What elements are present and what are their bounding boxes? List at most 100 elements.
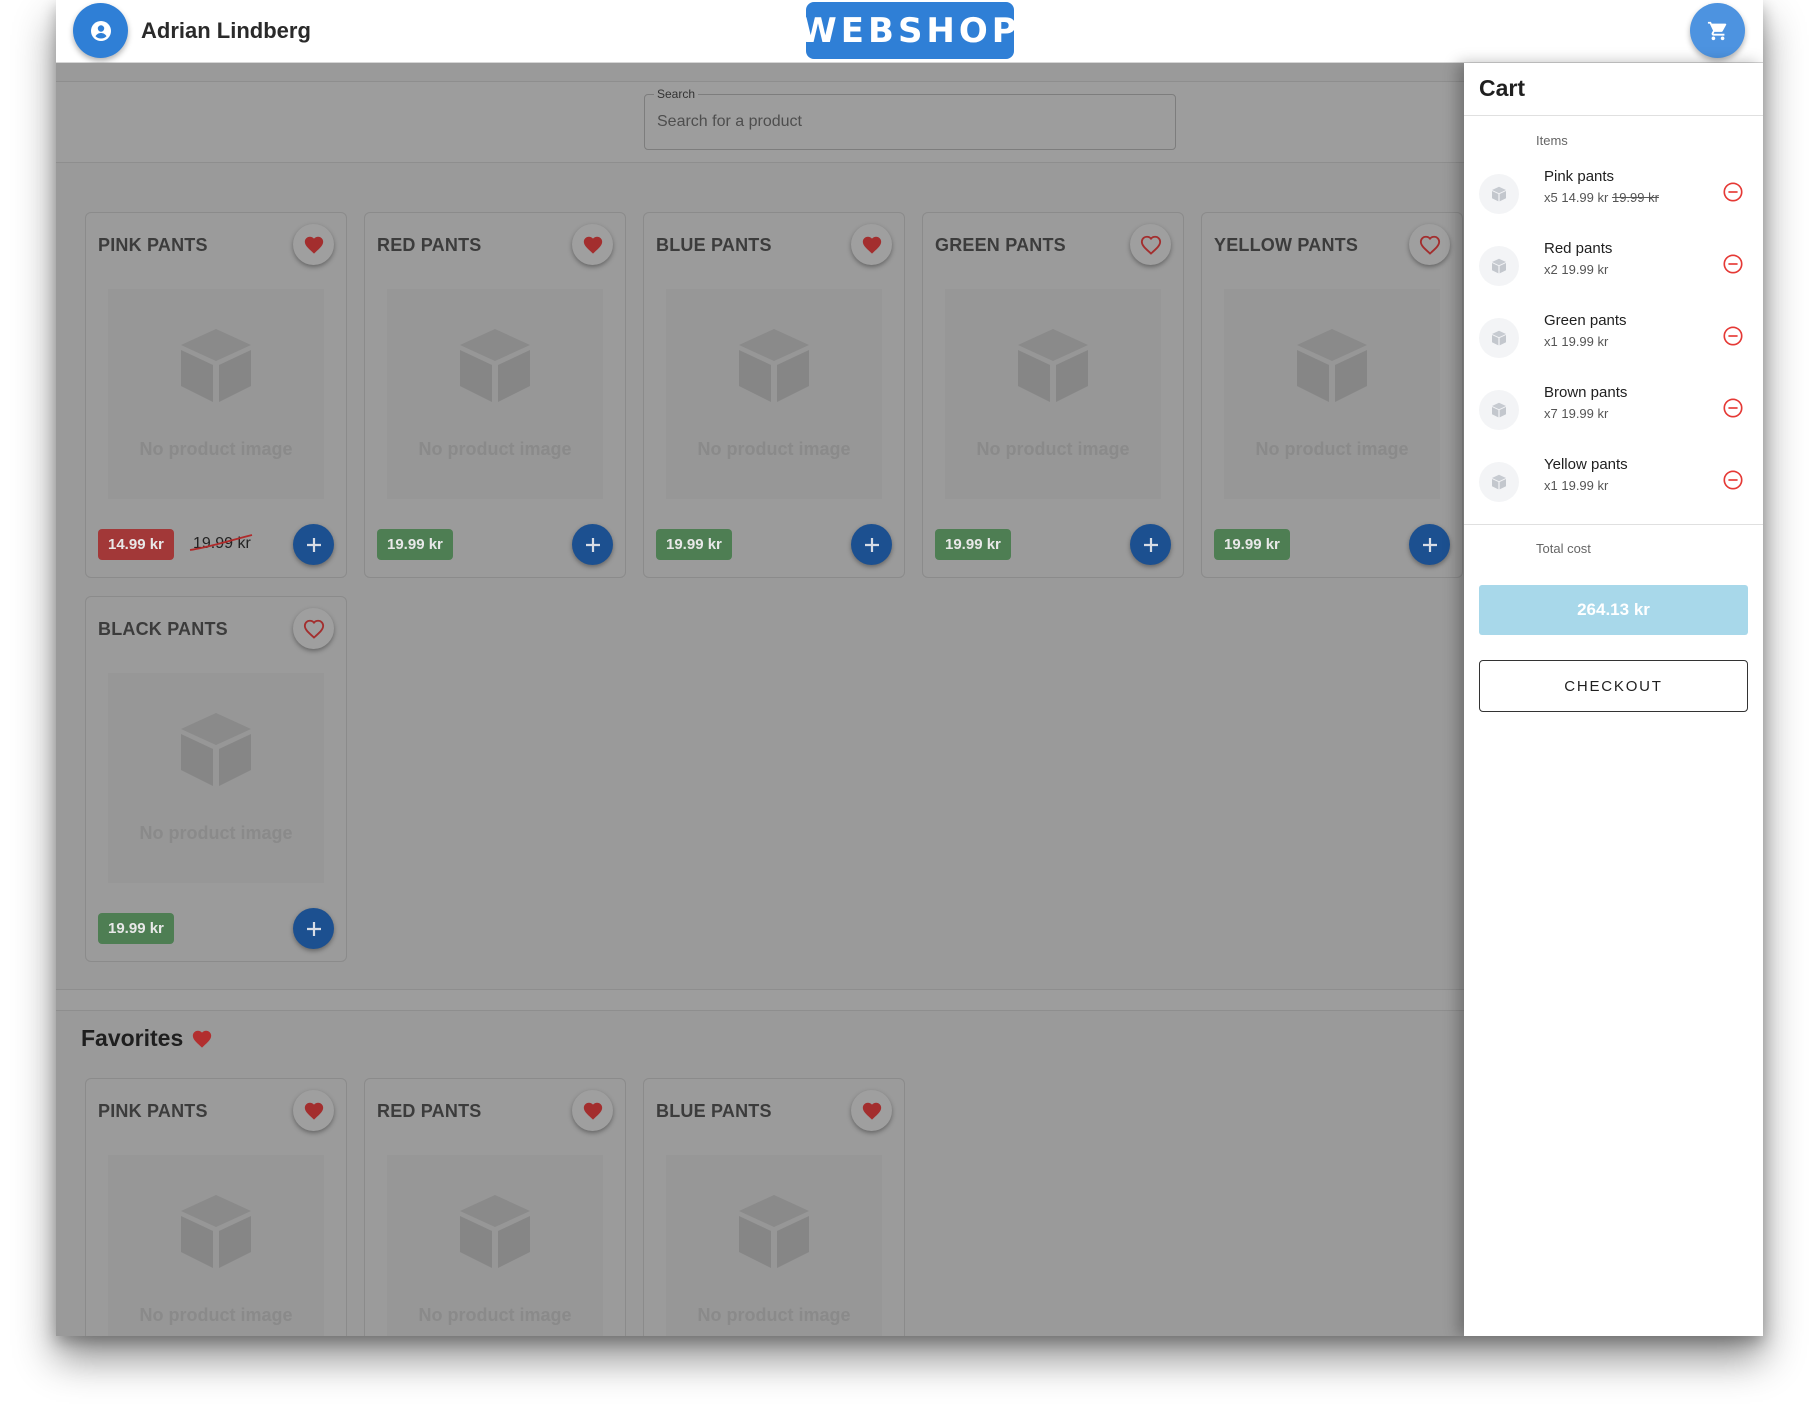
cart-item: Pink pants x5 14.99 kr 19.99 kr	[1464, 158, 1763, 230]
product-title: GREEN PANTS	[935, 235, 1066, 255]
remove-item-button[interactable]	[1720, 323, 1746, 349]
product-card[interactable]: BLACK PANTS No product image 19.99 kr	[85, 596, 347, 962]
heart-filled-icon	[583, 1102, 602, 1120]
remove-item-button[interactable]	[1720, 395, 1746, 421]
product-title: BLUE PANTS	[656, 1101, 772, 1121]
product-card[interactable]: RED PANTS No product image 19.99 kr	[364, 212, 626, 578]
add-to-cart-button[interactable]	[1130, 524, 1171, 565]
favorite-button[interactable]	[293, 1090, 334, 1131]
price-badge: 19.99 kr	[98, 913, 174, 944]
package-icon	[181, 713, 251, 786]
cart-item-price: 14.99 kr	[1561, 190, 1609, 205]
favorite-button[interactable]	[293, 608, 334, 649]
no-image-text: No product image	[418, 439, 572, 459]
cart-item-name: Brown pants	[1544, 384, 1628, 401]
cart-item-qty: x1	[1544, 334, 1558, 349]
no-image-text: No product image	[697, 439, 851, 459]
product-card[interactable]: GREEN PANTS No product image 19.99 kr	[922, 212, 1184, 578]
cart-item-qty: x1	[1544, 478, 1558, 493]
package-icon	[1297, 329, 1367, 402]
product-card[interactable]: YELLOW PANTS No product image 19.99 kr	[1201, 212, 1463, 578]
user-avatar-button[interactable]	[73, 3, 128, 58]
remove-circle-icon	[1723, 398, 1743, 418]
product-title: RED PANTS	[377, 235, 482, 255]
product-card[interactable]: PINK PANTS No product image 14.99 kr 19.99 …	[85, 212, 347, 578]
cart-item-qty: x7	[1544, 406, 1558, 421]
product-image-placeholder: No product image	[387, 289, 603, 499]
cart-item-details: x2 19.99 kr	[1544, 262, 1608, 277]
cart-item: Brown pants x7 19.99 kr	[1464, 374, 1763, 446]
product-card[interactable]: BLUE PANTS No product image	[643, 1078, 905, 1336]
add-to-cart-button[interactable]	[851, 524, 892, 565]
cart-item-price: 19.99 kr	[1561, 262, 1609, 277]
heart-filled-icon	[862, 1102, 881, 1120]
cart-button[interactable]	[1690, 3, 1745, 58]
favorite-button[interactable]	[293, 224, 334, 265]
product-title: YELLOW PANTS	[1214, 235, 1359, 255]
product-image-placeholder: No product image	[108, 1155, 324, 1336]
plus-icon	[1143, 537, 1158, 552]
no-image-text: No product image	[697, 1305, 851, 1325]
no-image-text: No product image	[139, 1305, 293, 1325]
product-card[interactable]: BLUE PANTS No product image 19.99 kr	[643, 212, 905, 578]
favorite-button[interactable]	[572, 224, 613, 265]
price-badge: 19.99 kr	[656, 529, 732, 560]
add-to-cart-button[interactable]	[1409, 524, 1450, 565]
product-title: RED PANTS	[377, 1101, 482, 1121]
favorite-button[interactable]	[572, 1090, 613, 1131]
favorites-title: Favorites	[81, 1025, 184, 1051]
product-image-placeholder: No product image	[666, 289, 882, 499]
remove-circle-icon	[1723, 182, 1743, 202]
heart-filled-icon	[862, 236, 881, 254]
remove-item-button[interactable]	[1720, 467, 1746, 493]
no-image-text: No product image	[139, 439, 293, 459]
heart-outline-icon	[1140, 235, 1161, 255]
cart-item-thumbnail	[1479, 318, 1519, 358]
cart-item: Yellow pants x1 19.99 kr	[1464, 446, 1763, 518]
package-icon	[1492, 402, 1506, 418]
add-to-cart-button[interactable]	[572, 524, 613, 565]
divider	[1464, 524, 1763, 525]
plus-icon	[306, 537, 321, 552]
cart-item: Green pants x1 19.99 kr	[1464, 302, 1763, 374]
cart-item-name: Green pants	[1544, 312, 1627, 329]
product-card[interactable]: RED PANTS No product image	[364, 1078, 626, 1336]
add-to-cart-button[interactable]	[293, 524, 334, 565]
price-badge: 14.99 kr	[98, 529, 174, 560]
package-icon	[1492, 186, 1506, 202]
package-icon	[181, 1195, 251, 1268]
favorite-button[interactable]	[851, 224, 892, 265]
favorite-button[interactable]	[1409, 224, 1450, 265]
cart-item-qty: x5	[1544, 190, 1558, 205]
product-image-placeholder: No product image	[1224, 289, 1440, 499]
cart-drawer: Cart Items Pink pants x5 14.99 kr 19.99 k…	[1464, 63, 1763, 1336]
items-label: Items	[1536, 133, 1568, 148]
product-title: BLUE PANTS	[656, 235, 772, 255]
plus-icon	[864, 537, 879, 552]
cart-item-old-price: 19.99 kr	[1611, 190, 1659, 205]
total-cost-value: 264.13 kr	[1479, 585, 1748, 635]
no-image-text: No product image	[139, 823, 293, 843]
remove-item-button[interactable]	[1720, 179, 1746, 205]
heart-outline-icon	[1419, 235, 1440, 255]
remove-item-button[interactable]	[1720, 251, 1746, 277]
package-icon	[460, 329, 530, 402]
product-image-placeholder: No product image	[666, 1155, 882, 1336]
total-cost-label: Total cost	[1536, 541, 1591, 556]
favorite-button[interactable]	[851, 1090, 892, 1131]
plus-icon	[306, 921, 321, 936]
favorite-button[interactable]	[1130, 224, 1171, 265]
cart-item-thumbnail	[1479, 174, 1519, 214]
cart-title: Cart	[1479, 75, 1526, 101]
product-card[interactable]: PINK PANTS No product image	[85, 1078, 347, 1336]
add-to-cart-button[interactable]	[293, 908, 334, 949]
webshop-logo[interactable]: WEBSHOP	[799, 2, 1017, 59]
strikethrough-mark	[189, 534, 253, 551]
cart-item-name: Yellow pants	[1544, 456, 1628, 473]
package-icon	[739, 1195, 809, 1268]
package-icon	[460, 1195, 530, 1268]
search-input[interactable]: Search Search for a product	[644, 87, 1176, 150]
cart-item-name: Red pants	[1544, 240, 1613, 257]
package-icon	[1492, 258, 1506, 274]
checkout-button[interactable]: CHECKOUT	[1479, 660, 1748, 712]
